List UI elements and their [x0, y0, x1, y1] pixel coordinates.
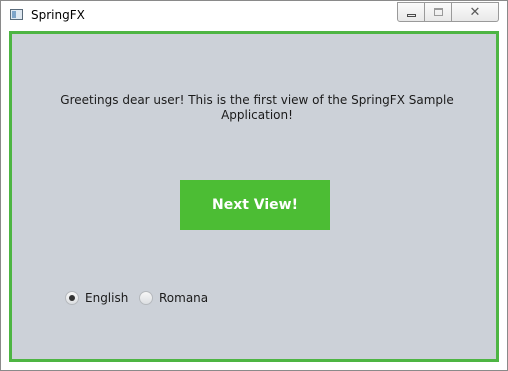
english-label: English [85, 291, 129, 305]
close-button[interactable]: ✕ [452, 2, 499, 22]
romana-label: Romana [159, 291, 209, 305]
minimize-button[interactable] [397, 2, 425, 22]
maximize-icon [433, 8, 443, 16]
app-window-icon [10, 9, 23, 20]
romana-radio[interactable] [139, 291, 153, 305]
language-option-romana[interactable]: Romana [139, 291, 208, 305]
next-view-button[interactable]: Next View! [180, 180, 330, 230]
greeting-text: Greetings dear user! This is the first v… [60, 93, 454, 122]
caption-buttons: ✕ [397, 2, 499, 22]
close-icon: ✕ [469, 4, 481, 20]
app-window: SpringFX ✕ Greetings dear user! This is … [0, 0, 508, 371]
minimize-icon [406, 13, 416, 17]
window-title: SpringFX [31, 8, 85, 22]
english-radio[interactable] [65, 291, 79, 305]
language-option-english[interactable]: English [65, 291, 128, 305]
title-bar[interactable]: SpringFX ✕ [1, 1, 507, 29]
main-view: Greetings dear user! This is the first v… [9, 31, 499, 362]
maximize-button[interactable] [425, 2, 452, 22]
